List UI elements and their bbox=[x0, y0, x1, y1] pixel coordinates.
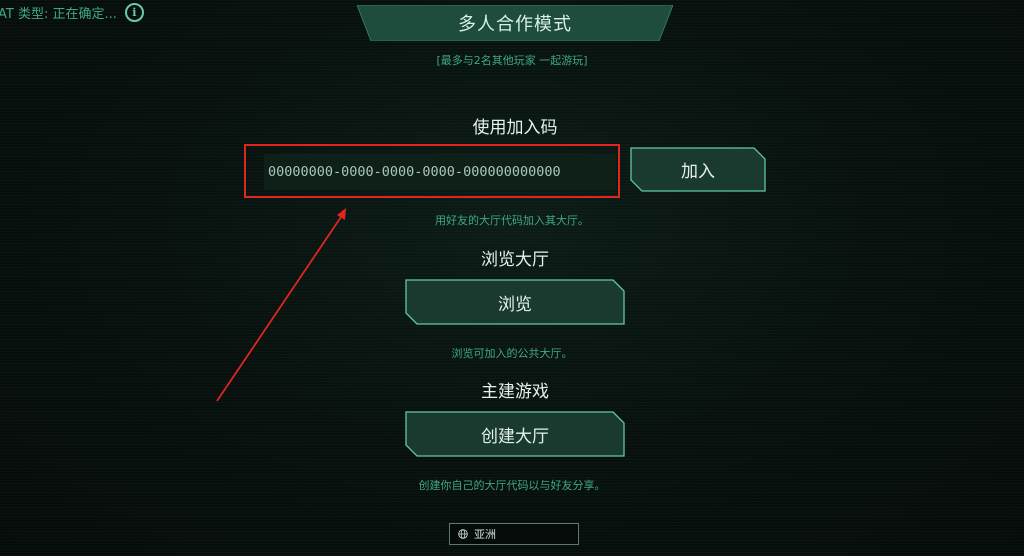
host-game-heading: 主建游戏 bbox=[481, 382, 549, 402]
join-code-field-highlight bbox=[244, 144, 620, 198]
region-label: 亚洲 bbox=[474, 528, 496, 541]
scanline-overlay bbox=[0, 0, 1024, 556]
title-banner: 多人合作模式 bbox=[357, 5, 673, 41]
region-selector[interactable]: 亚洲 bbox=[449, 523, 579, 545]
browse-lobby-heading: 浏览大厅 bbox=[481, 250, 549, 270]
browse-button-label: 浏览 bbox=[498, 294, 532, 315]
browse-button[interactable]: 浏览 bbox=[405, 279, 625, 325]
join-code-input[interactable] bbox=[264, 154, 616, 190]
player-limit-subtitle: [最多与2名其他玩家 一起游玩] bbox=[436, 54, 588, 67]
host-hint: 创建你自己的大厅代码以与好友分享。 bbox=[418, 479, 606, 492]
join-code-heading: 使用加入码 bbox=[472, 118, 558, 138]
create-lobby-button-label: 创建大厅 bbox=[481, 426, 549, 447]
annotation-arrow bbox=[216, 208, 346, 402]
join-button[interactable]: 加入 bbox=[630, 147, 766, 192]
create-lobby-button[interactable]: 创建大厅 bbox=[405, 411, 625, 457]
nat-status: AT 类型: 正在确定... i bbox=[0, 3, 144, 22]
info-icon[interactable]: i bbox=[124, 3, 144, 22]
join-hint: 用好友的大厅代码加入其大厅。 bbox=[435, 214, 589, 227]
nat-status-text: AT 类型: 正在确定... bbox=[0, 7, 117, 22]
join-button-label: 加入 bbox=[681, 162, 715, 182]
globe-icon bbox=[458, 529, 468, 539]
browse-hint: 浏览可加入的公共大厅。 bbox=[451, 347, 573, 360]
page-title: 多人合作模式 bbox=[458, 14, 572, 35]
